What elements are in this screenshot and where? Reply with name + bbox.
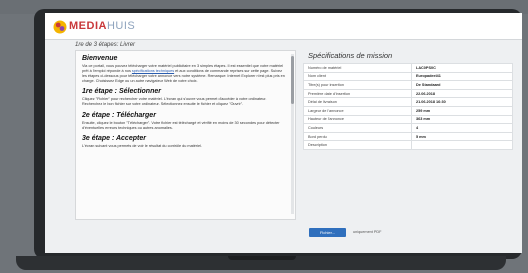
laptop-base-notch — [228, 256, 296, 260]
spec-label: Numéro de matériel — [303, 63, 412, 73]
section-heading: 2e étape : Télécharger — [82, 111, 156, 119]
spec-row: Première date d'insertion 22.06.2018 — [303, 88, 513, 99]
spec-value: 259 mm — [411, 105, 513, 116]
spec-value: 363 mm — [411, 114, 513, 125]
spec-row: Largeur de l'annonce 259 mm — [303, 105, 513, 116]
laptop-base — [16, 256, 506, 270]
spec-label: Description — [303, 140, 412, 150]
spec-label: Largeur de l'annonce — [303, 105, 412, 116]
spec-row: Hauteur de l'annonce 363 mm — [303, 114, 513, 125]
spec-value: 21.06.2018 16:30 — [411, 97, 513, 107]
spec-value: 5 mm — [411, 131, 513, 142]
spec-label: Première date d'insertion — [303, 88, 412, 99]
spec-row: Nom client Europadeel41 — [303, 71, 513, 82]
spec-label: Titre(s) pour insertion — [303, 80, 412, 90]
spec-label: Nom client — [303, 71, 412, 82]
spec-value: 4 — [411, 123, 513, 133]
scrollbar-thumb[interactable] — [291, 56, 294, 104]
file-type-note: uniquement PDF — [353, 230, 382, 234]
specs-panel: Spécifications de mission Numéro de maté… — [303, 50, 515, 250]
specs-title: Spécifications de mission — [308, 51, 393, 60]
spec-row: Bord perdu 5 mm — [303, 131, 513, 142]
spec-value: LAC0PS0C — [411, 63, 513, 73]
brand-name: MEDIAHUIS — [69, 20, 135, 32]
spec-value: De Standaard — [411, 80, 513, 90]
instructions-scrollbar[interactable] — [291, 54, 294, 214]
spec-label: Bord perdu — [303, 131, 412, 142]
paragraph-text: L'écran suivant vous permets de voir le … — [82, 143, 202, 148]
section-paragraph: Ensuite, cliquez le bouton "Télécharger"… — [82, 121, 285, 131]
brand-part-1: MEDIA — [69, 20, 107, 32]
instructions-content: Bienvenue Via ce portail, vous pouvez tél… — [82, 55, 285, 153]
spec-label: Hauteur de l'annonce — [303, 114, 412, 125]
app-header: MEDIAHUIS — [45, 13, 522, 40]
section-paragraph: Cliquez "Fichier" pour rechercher votre … — [82, 97, 285, 107]
spec-row: Couleurs 4 — [303, 123, 513, 133]
spec-value: Europadeel41 — [411, 71, 513, 82]
spec-row: Numéro de matériel LAC0PS0C — [303, 63, 513, 73]
file-select-button[interactable]: Fichier... — [309, 228, 346, 237]
paragraph-text: Cliquez "Fichier" pour rechercher votre … — [82, 97, 267, 107]
paragraph-text: Ensuite, cliquez le bouton "Télécharger"… — [82, 120, 280, 130]
section-heading: 1re étape : Sélectionner — [82, 88, 161, 96]
brand-part-2: HUIS — [106, 20, 136, 32]
spec-label: Couleurs — [303, 123, 412, 133]
spec-row: Délai de livraison 21.06.2018 16:30 — [303, 97, 513, 107]
specs-link[interactable]: spécifications techniques — [132, 69, 174, 73]
instructions-panel[interactable]: Bienvenue Via ce portail, vous pouvez tél… — [75, 50, 296, 220]
spec-row: Titre(s) pour insertion De Standaard — [303, 80, 513, 90]
spec-label: Délai de livraison — [303, 97, 412, 107]
step-title: 1re de 3 étapes: Livrer — [75, 42, 136, 48]
spec-row: Description — [303, 140, 513, 150]
section-paragraph: Via ce portail, vous pouvez télécharger … — [82, 64, 285, 84]
mediahuis-logo-icon — [53, 20, 67, 34]
section-paragraph: L'écran suivant vous permets de voir le … — [82, 144, 285, 149]
section-heading: Bienvenue — [82, 55, 118, 62]
spec-value — [411, 140, 513, 150]
laptop-screen: MEDIAHUIS 1re de 3 étapes: Livrer Bienve… — [45, 13, 522, 253]
spec-value: 22.06.2018 — [411, 88, 513, 99]
section-heading: 3e étape : Accepter — [82, 134, 146, 142]
specs-table: Numéro de matériel LAC0PS0C Nom client Euro… — [303, 63, 513, 150]
